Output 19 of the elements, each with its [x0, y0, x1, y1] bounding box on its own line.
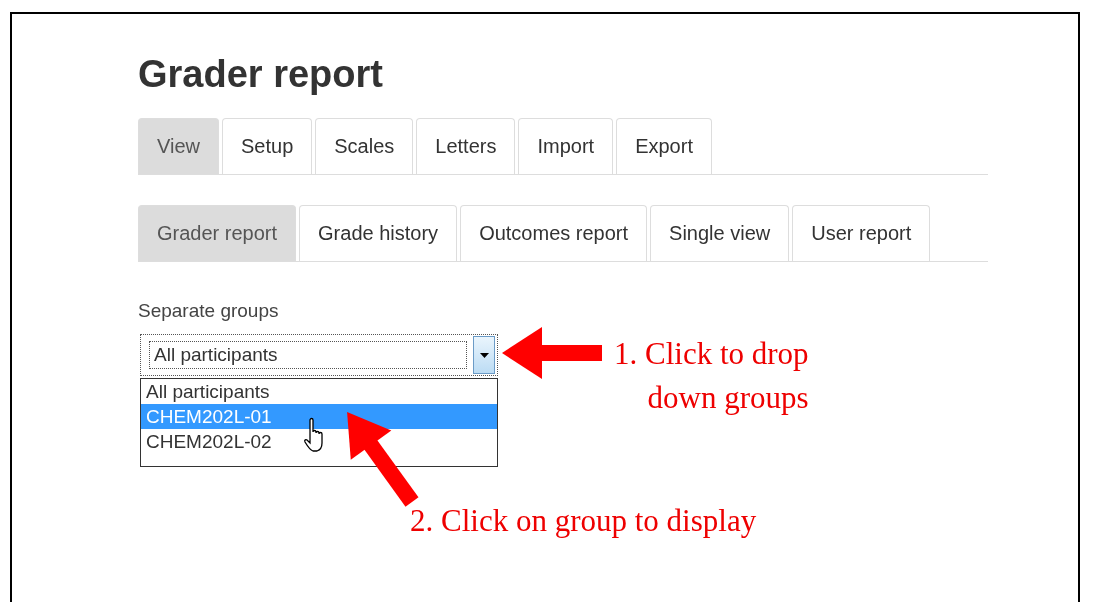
annotation-text: 1. Click to drop	[614, 335, 809, 373]
tab[interactable]: Import	[518, 118, 614, 174]
tab[interactable]: Scales	[315, 118, 414, 174]
tab[interactable]: View	[138, 118, 219, 174]
tab[interactable]: Grade history	[299, 205, 458, 261]
field-label: Separate groups	[138, 300, 279, 322]
group-select[interactable]: All participants	[140, 334, 498, 376]
tab[interactable]: Export	[616, 118, 712, 174]
tab[interactable]: Single view	[650, 205, 790, 261]
caret-icon	[479, 352, 489, 358]
annotation-text: down groups	[646, 379, 809, 417]
tab[interactable]: Setup	[222, 118, 313, 174]
page-title: Grader report	[138, 52, 383, 96]
tab[interactable]: Outcomes report	[460, 205, 648, 261]
tab[interactable]: Letters	[416, 118, 516, 174]
tab[interactable]: User report	[792, 205, 931, 261]
annotation-text: 2. Click on group to display	[410, 502, 757, 540]
dropdown-button[interactable]	[473, 336, 495, 374]
tab[interactable]: Grader report	[138, 205, 297, 261]
